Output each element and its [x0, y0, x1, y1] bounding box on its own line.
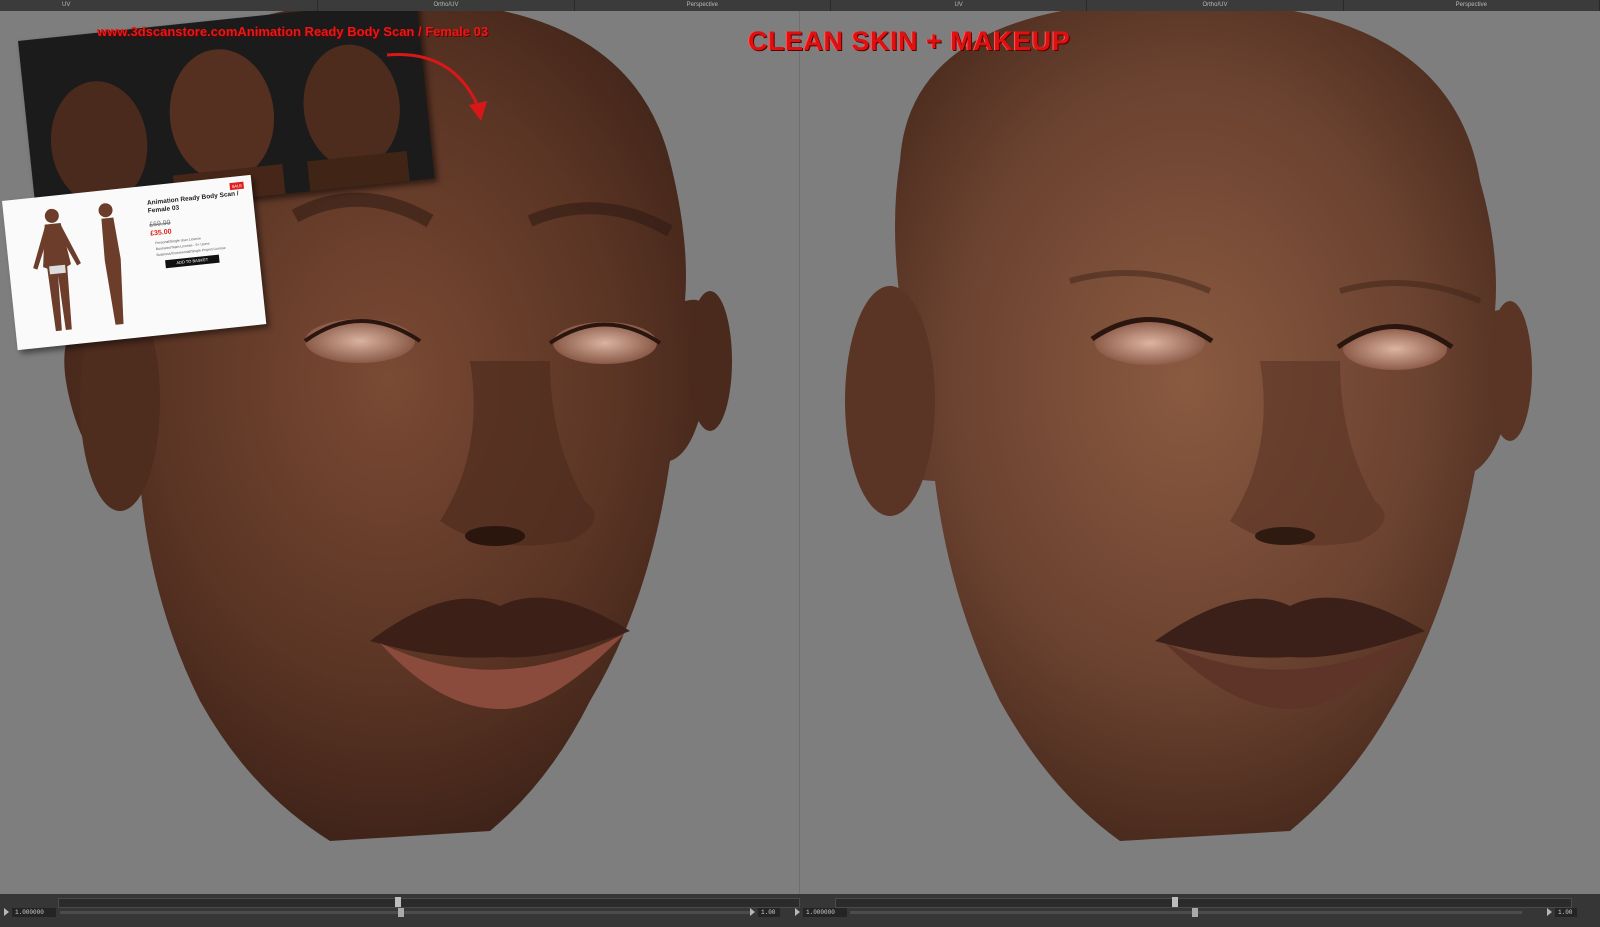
tab-uv-left[interactable]: UV [0, 0, 319, 11]
range-knob[interactable] [1192, 908, 1198, 917]
viewport-left[interactable]: SALE Animation Ready Body Scan / Female … [0, 11, 799, 894]
timeline-handle[interactable] [1172, 897, 1178, 907]
viewport-tab-bar: UV Ortho/UV Perspective UV Ortho/UV Pers… [0, 0, 1600, 11]
tab-perspective-left[interactable]: Perspective [575, 0, 831, 11]
range-track[interactable] [850, 911, 1522, 914]
product-new-price: £35.00 [149, 228, 172, 238]
sale-badge: SALE [229, 181, 245, 191]
viewport-right[interactable] [800, 11, 1600, 894]
tab-ortho-uv-left[interactable]: Ortho/UV [318, 0, 575, 11]
body-side-figure [98, 203, 124, 325]
timeline-handle[interactable] [395, 897, 401, 907]
timeline-scrubber-left[interactable] [58, 897, 800, 908]
play-icon[interactable] [795, 908, 800, 916]
start-value-field[interactable]: 1.000000 [12, 908, 56, 917]
body-front-figure [33, 208, 81, 332]
timeline-scrubber-right[interactable] [835, 897, 1572, 908]
product-title: Animation Ready Body Scan / Female 03 [146, 190, 240, 215]
scale-value-field[interactable]: 1.00 [1555, 908, 1577, 917]
range-knob[interactable] [398, 908, 404, 917]
tab-ortho-uv-right[interactable]: Ortho/UV [1087, 0, 1344, 11]
product-old-price: £69.99 [148, 219, 172, 229]
curved-arrow-icon [386, 52, 487, 121]
add-to-basket-button[interactable]: ADD TO BASKET [165, 254, 220, 269]
product-card[interactable]: SALE Animation Ready Body Scan / Female … [2, 174, 267, 351]
store-url-caption: www.3dscanstore.comAnimation Ready Body … [97, 24, 489, 39]
range-track[interactable] [60, 911, 750, 914]
play-icon[interactable] [750, 908, 755, 916]
start-value-field[interactable]: 1.000000 [803, 908, 847, 917]
play-icon[interactable] [1547, 908, 1552, 916]
tab-perspective-right[interactable]: Perspective [1344, 0, 1600, 11]
tab-uv-right[interactable]: UV [831, 0, 1088, 11]
scale-value-field[interactable]: 1.00 [758, 908, 780, 917]
head-render-clean-makeup [820, 11, 1560, 881]
timeline-bar: 1.000000 1.00 1.000000 1.00 [0, 894, 1600, 927]
comparison-title: CLEAN SKIN + MAKEUP [748, 26, 1071, 56]
play-icon[interactable] [4, 908, 9, 916]
